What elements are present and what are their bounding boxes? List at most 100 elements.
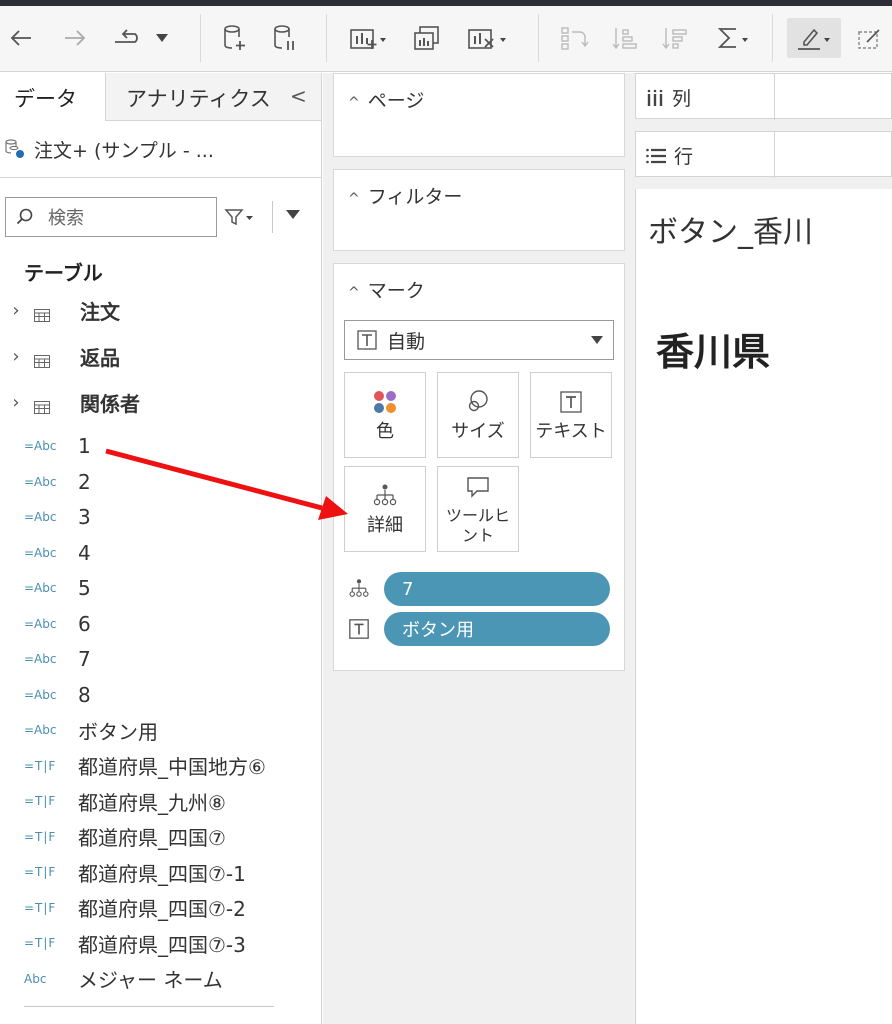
swap-icon[interactable] bbox=[554, 20, 594, 56]
field-item[interactable]: =Abc 7 bbox=[0, 642, 321, 676]
new-datasource-icon[interactable] bbox=[218, 20, 252, 56]
field-label: ボタン用 bbox=[78, 719, 158, 744]
sort-ascending-icon[interactable] bbox=[608, 20, 642, 56]
table-item[interactable]: › 注文 bbox=[0, 290, 321, 330]
search-icon bbox=[16, 208, 33, 225]
field-label: 3 bbox=[78, 505, 91, 529]
datasource-item[interactable]: 注文+ (サンプル - ... bbox=[0, 129, 321, 169]
redo-dropdown-icon[interactable] bbox=[152, 20, 172, 56]
toolbar-separator bbox=[200, 14, 201, 62]
data-pane: データ アナリティクス < 注文+ (サンプル - ... 検索 テーブル › … bbox=[0, 73, 322, 1024]
tab-analytics-label: アナリティクス bbox=[126, 87, 271, 111]
color-button[interactable]: 色 bbox=[344, 372, 426, 458]
table-icon bbox=[34, 395, 56, 414]
sort-descending-icon[interactable] bbox=[658, 20, 692, 56]
field-pill[interactable]: ボタン用 bbox=[384, 612, 610, 646]
highlight-icon[interactable] bbox=[787, 18, 841, 58]
toolbar-separator bbox=[326, 14, 327, 62]
field-item[interactable]: Abc メジャー ネーム bbox=[0, 962, 321, 996]
marks-title: マーク bbox=[367, 280, 425, 302]
view-canvas[interactable]: ボタン_香川 香川県 bbox=[635, 189, 892, 1024]
divider bbox=[24, 1006, 274, 1007]
detail-label: 詳細 bbox=[367, 514, 403, 536]
filter-fields-button[interactable] bbox=[224, 203, 264, 231]
redo-icon[interactable] bbox=[108, 20, 148, 56]
field-label: 2 bbox=[78, 469, 91, 494]
field-item[interactable]: =Abc 5 bbox=[0, 571, 321, 605]
clear-sheet-icon[interactable] bbox=[462, 20, 514, 56]
filters-card[interactable]: ^ フィルター bbox=[333, 169, 625, 251]
worksheet-area: 列 行 ボタン_香川 香川県 bbox=[635, 73, 892, 1024]
columns-shelf[interactable]: 列 bbox=[635, 73, 892, 120]
rows-shelf[interactable]: 行 bbox=[635, 131, 892, 178]
field-pill[interactable]: 7 bbox=[384, 572, 610, 606]
detail-button[interactable]: 詳細 bbox=[344, 466, 426, 552]
caret-up-icon[interactable]: ^ bbox=[348, 285, 360, 301]
caret-up-icon[interactable]: ^ bbox=[348, 95, 360, 111]
size-icon bbox=[465, 387, 491, 417]
text-mark-icon bbox=[357, 330, 377, 350]
columns-icon bbox=[647, 89, 663, 106]
field-item[interactable]: =Abc 4 bbox=[0, 536, 321, 570]
chevron-right-icon[interactable]: › bbox=[0, 392, 24, 413]
chevron-right-icon[interactable]: › bbox=[0, 300, 24, 321]
field-item[interactable]: =T|F 都道府県_四国⑦-3 bbox=[0, 926, 321, 960]
table-label: 注文 bbox=[80, 299, 120, 324]
duplicate-sheet-icon[interactable] bbox=[408, 20, 446, 56]
pause-update-icon[interactable] bbox=[268, 20, 302, 56]
tooltip-label: ツールヒント bbox=[445, 506, 510, 545]
field-item[interactable]: =T|F 都道府県_四国⑦-2 bbox=[0, 891, 321, 925]
field-item[interactable]: =T|F 都道府県_九州⑧ bbox=[0, 784, 321, 818]
rows-label: 行 bbox=[674, 146, 694, 168]
back-icon[interactable] bbox=[4, 20, 38, 56]
toolbar-separator bbox=[772, 14, 773, 62]
caret-up-icon[interactable]: ^ bbox=[348, 191, 360, 207]
group-icon[interactable] bbox=[852, 20, 892, 56]
color-label: 色 bbox=[376, 420, 394, 442]
field-label: 5 bbox=[78, 576, 91, 600]
string-type-icon: =Abc bbox=[24, 545, 57, 560]
field-label: 8 bbox=[78, 682, 91, 707]
table-icon bbox=[34, 349, 56, 368]
boolean-type-icon: =T|F bbox=[24, 865, 57, 879]
field-item[interactable]: =T|F 都道府県_四国⑦ bbox=[0, 820, 321, 854]
table-item[interactable]: › 返品 bbox=[0, 336, 321, 376]
field-item[interactable]: =T|F 都道府県_四国⑦-1 bbox=[0, 855, 321, 889]
new-worksheet-icon[interactable] bbox=[344, 20, 392, 56]
text-button[interactable]: テキスト bbox=[530, 372, 612, 458]
chevron-right-icon[interactable]: › bbox=[0, 346, 24, 367]
string-type-icon: =Abc bbox=[24, 581, 57, 595]
pages-card[interactable]: ^ ページ bbox=[333, 73, 625, 157]
string-type-icon: =Abc bbox=[24, 439, 57, 453]
field-label: メジャー ネーム bbox=[78, 968, 223, 992]
tab-data[interactable]: データ bbox=[0, 73, 106, 121]
table-item[interactable]: › 関係者 bbox=[0, 382, 321, 422]
string-type-icon: =Abc bbox=[24, 652, 57, 666]
field-item[interactable]: =Abc 3 bbox=[0, 500, 321, 534]
filter-icon bbox=[224, 209, 253, 226]
field-label: 都道府県_四国⑦-3 bbox=[78, 932, 246, 957]
size-button[interactable]: サイズ bbox=[437, 372, 519, 458]
forward-icon[interactable] bbox=[58, 20, 92, 56]
string-type-icon: =Abc bbox=[24, 687, 57, 702]
text-pill-row: ボタン用 bbox=[348, 612, 618, 646]
boolean-type-icon: =T|F bbox=[24, 794, 57, 808]
field-item[interactable]: =Abc 2 bbox=[0, 465, 321, 499]
boolean-type-icon: =T|F bbox=[24, 758, 57, 773]
tooltip-button[interactable]: ツールヒント bbox=[437, 466, 519, 552]
field-item[interactable]: =Abc 8 bbox=[0, 678, 321, 712]
field-item[interactable]: =Abc 6 bbox=[0, 607, 321, 641]
collapse-pane-button[interactable]: < bbox=[290, 84, 307, 108]
text-mark-value[interactable]: 香川県 bbox=[656, 321, 770, 376]
search-placeholder: 検索 bbox=[48, 208, 84, 229]
field-item[interactable]: =Abc ボタン用 bbox=[0, 713, 321, 747]
field-item[interactable]: =T|F 都道府県_中国地方⑥ bbox=[0, 749, 321, 783]
field-label: 7 bbox=[78, 647, 91, 671]
pane-menu-button[interactable] bbox=[286, 205, 300, 223]
search-input[interactable]: 検索 bbox=[5, 197, 217, 237]
datasource-name: 注文+ (サンプル - ... bbox=[34, 139, 214, 162]
field-item[interactable]: =Abc 1 bbox=[0, 429, 321, 463]
view-header: ボタン_香川 bbox=[648, 215, 813, 250]
mark-type-dropdown[interactable]: 自動 bbox=[344, 320, 614, 360]
totals-icon[interactable] bbox=[712, 20, 756, 56]
